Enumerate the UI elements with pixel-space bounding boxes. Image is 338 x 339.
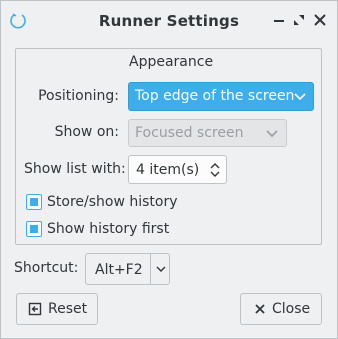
title-bar[interactable]: Runner Settings: [1, 1, 337, 39]
positioning-combobox[interactable]: Top edge of the screen: [128, 82, 314, 111]
window-title: Runner Settings: [98, 12, 240, 30]
history-first-checkbox[interactable]: [26, 221, 42, 237]
maximize-icon[interactable]: [292, 13, 306, 27]
shortcut-separator: [150, 254, 151, 284]
minimize-icon[interactable]: [272, 13, 286, 27]
store-history-label: Store/show history: [47, 194, 178, 210]
shortcut-button[interactable]: Alt+F2: [85, 253, 170, 285]
close-button[interactable]: Close: [240, 293, 322, 325]
close-button-label: Close: [272, 301, 311, 317]
show-list-with-label: Show list with:: [24, 161, 126, 177]
close-icon: [255, 304, 265, 314]
runner-settings-window: Runner Settings Appearance Positioning: …: [0, 0, 338, 339]
appearance-group: Appearance Positioning: Top edge of the …: [15, 48, 322, 245]
reset-button-label: Reset: [48, 301, 88, 317]
show-list-value: 4 item(s): [136, 162, 200, 178]
shortcut-value: Alt+F2: [95, 262, 143, 278]
history-first-label: Show history first: [47, 221, 170, 237]
show-on-combobox: Focused screen: [128, 119, 287, 147]
show-on-label: Show on:: [54, 124, 119, 140]
close-icon[interactable]: [313, 13, 327, 27]
shortcut-label: Shortcut:: [14, 260, 79, 276]
reset-icon: [28, 302, 42, 316]
chevron-down-icon: [266, 130, 278, 138]
store-history-checkbox[interactable]: [26, 194, 42, 210]
chevron-down-icon: [294, 93, 306, 101]
show-list-spinbox[interactable]: 4 item(s): [128, 155, 227, 184]
appearance-group-title: Appearance: [129, 54, 214, 70]
show-on-value: Focused screen: [135, 125, 244, 141]
reset-button[interactable]: Reset: [16, 293, 98, 325]
positioning-label: Positioning:: [38, 88, 119, 104]
spin-arrows-icon[interactable]: [209, 160, 221, 180]
chevron-down-icon[interactable]: [156, 265, 166, 274]
positioning-value: Top edge of the screen: [135, 88, 295, 104]
